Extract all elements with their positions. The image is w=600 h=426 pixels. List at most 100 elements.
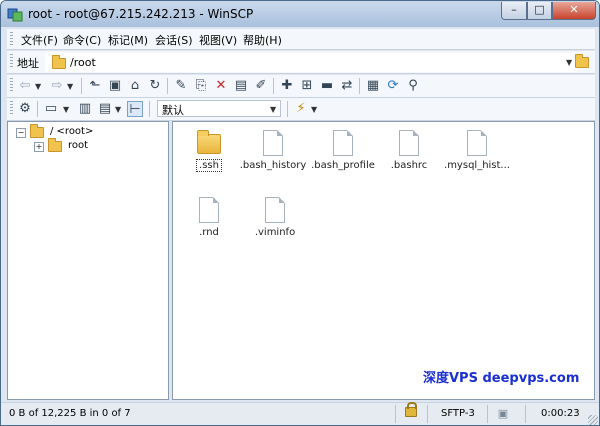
delete-icon[interactable]: ✕ bbox=[213, 78, 229, 94]
expand-icon[interactable]: + bbox=[34, 142, 44, 152]
resize-grip[interactable] bbox=[588, 415, 598, 425]
file-icon bbox=[263, 130, 283, 156]
address-combo[interactable]: /root ▼ bbox=[45, 53, 577, 72]
keep-up-to-date-icon[interactable]: ⟳ bbox=[385, 78, 401, 94]
lightning-dropdown-icon[interactable]: ▼ bbox=[311, 105, 317, 114]
elapsed-time: 0:00:23 bbox=[541, 408, 580, 419]
file-name: .ssh bbox=[196, 159, 222, 172]
chevron-down-icon[interactable]: ▼ bbox=[270, 105, 276, 114]
root-directory-icon[interactable]: ▣ bbox=[107, 78, 123, 94]
new-folder-icon[interactable]: ✚ bbox=[279, 78, 295, 94]
file-item[interactable]: .mysql_hist... bbox=[441, 130, 513, 186]
directory-tree[interactable]: − / <root> + root bbox=[7, 121, 169, 400]
file-item[interactable]: .bash_history bbox=[237, 130, 309, 186]
add-bookmark-icon[interactable]: ⊞ bbox=[299, 78, 315, 94]
file-icon bbox=[199, 197, 219, 223]
compare-directories-icon[interactable]: ▦ bbox=[365, 78, 381, 94]
synchronize-icon[interactable]: ⇄ bbox=[339, 78, 355, 94]
address-label: 地址 bbox=[17, 57, 39, 70]
refresh-icon[interactable]: ↻ bbox=[147, 78, 163, 94]
toolbar-separator bbox=[273, 78, 274, 94]
maximize-button[interactable]: □ bbox=[527, 2, 552, 20]
status-bar: 0 B of 12,225 B in 0 of 7 SFTP-3 ▣ 0:00:… bbox=[1, 402, 599, 425]
transfer-settings-combo[interactable]: 默认 ▼ bbox=[157, 100, 281, 117]
close-button[interactable]: ✕ bbox=[552, 2, 596, 20]
menu-help[interactable]: 帮助(H) bbox=[243, 32, 282, 48]
file-item[interactable]: .bashrc bbox=[373, 130, 445, 186]
file-icon bbox=[399, 130, 419, 156]
collapse-icon[interactable]: − bbox=[16, 128, 26, 138]
forward-arrow-icon[interactable]: ⇨ bbox=[49, 78, 65, 94]
find-files-icon[interactable]: ⚲ bbox=[405, 78, 421, 94]
chevron-down-icon[interactable]: ▼ bbox=[566, 58, 572, 67]
lightning-icon[interactable]: ⚡ bbox=[293, 101, 309, 117]
menu-view[interactable]: 视图(V) bbox=[199, 32, 237, 48]
file-item[interactable]: .rnd bbox=[173, 197, 245, 253]
file-name: .viminfo bbox=[254, 227, 296, 238]
properties-icon[interactable]: ▤ bbox=[233, 78, 249, 94]
filter-icon[interactable]: ▭ bbox=[43, 101, 59, 117]
back-arrow-icon[interactable]: ⇦ bbox=[17, 78, 33, 94]
folder-icon bbox=[48, 138, 62, 152]
file-name: .bash_profile bbox=[311, 160, 375, 171]
file-item[interactable]: .bash_profile bbox=[307, 130, 379, 186]
file-icon bbox=[265, 197, 285, 223]
forward-dropdown-icon[interactable]: ▼ bbox=[67, 82, 73, 91]
back-dropdown-icon[interactable]: ▼ bbox=[35, 82, 41, 91]
open-directory-icon[interactable] bbox=[575, 54, 589, 68]
tree-view-icon[interactable]: ⊢ bbox=[127, 101, 143, 117]
watermark: 深度VPS deepvps.com bbox=[423, 371, 580, 386]
menu-commands[interactable]: 命令(C) bbox=[63, 32, 101, 48]
toolbar-separator bbox=[149, 101, 150, 117]
parent-directory-icon[interactable]: ⬑ bbox=[87, 78, 103, 94]
home-icon[interactable]: ⌂ bbox=[127, 78, 143, 94]
winscp-app-icon bbox=[7, 8, 23, 22]
address-bar-grip[interactable] bbox=[10, 54, 13, 68]
status-separator bbox=[487, 405, 488, 423]
toolbar-separator bbox=[81, 78, 82, 94]
status-separator bbox=[395, 405, 396, 423]
protocol-status: SFTP-3 bbox=[441, 408, 475, 419]
navigation-toolbar: ⇦ ▼ ⇨ ▼ ⬑ ▣ ⌂ ↻ ✎ ⎘ ✕ ▤ ✐ ✚ ⊞ ▬ ⇄ ▦ ⟳ ⚲ bbox=[7, 75, 595, 98]
toolbar-separator bbox=[287, 101, 288, 117]
menu-bar-grip[interactable] bbox=[10, 32, 13, 46]
toolbar-separator bbox=[359, 78, 360, 94]
file-item[interactable]: .viminfo bbox=[239, 197, 311, 253]
file-name: .mysql_hist... bbox=[444, 160, 510, 171]
rename-icon[interactable]: ✐ bbox=[253, 78, 269, 94]
preferences-dropdown-icon[interactable]: ▼ bbox=[115, 105, 121, 114]
title-bar[interactable]: root - root@67.215.242.213 - WinSCP – □ … bbox=[1, 1, 599, 27]
toolbar-grip[interactable] bbox=[10, 101, 13, 115]
lock-icon[interactable] bbox=[405, 402, 417, 417]
preferences-icon[interactable]: ▤ bbox=[97, 101, 113, 117]
toolbar-separator bbox=[167, 78, 168, 94]
menu-session[interactable]: 会话(S) bbox=[155, 32, 193, 48]
filter-dropdown-icon[interactable]: ▼ bbox=[63, 105, 69, 114]
menu-mark[interactable]: 标记(M) bbox=[108, 32, 148, 48]
folder-icon bbox=[30, 124, 44, 138]
gear-icon[interactable]: ⚙ bbox=[17, 101, 33, 117]
file-icon bbox=[333, 130, 353, 156]
copy-icon[interactable]: ⎘ bbox=[193, 78, 209, 94]
status-separator bbox=[525, 405, 526, 423]
menu-file[interactable]: 文件(F) bbox=[21, 32, 58, 48]
edit-icon[interactable]: ✎ bbox=[173, 78, 189, 94]
status-separator bbox=[427, 405, 428, 423]
menu-bar: 文件(F) 命令(C) 标记(M) 会话(S) 视图(V) 帮助(H) bbox=[7, 29, 595, 50]
file-name: .bash_history bbox=[239, 160, 307, 171]
terminal-icon[interactable]: ▬ bbox=[319, 78, 335, 94]
address-path: /root bbox=[70, 56, 96, 69]
file-item[interactable]: .ssh bbox=[173, 130, 245, 186]
address-bar: 地址 /root ▼ bbox=[7, 51, 595, 74]
queue-icon[interactable]: ▥ bbox=[77, 101, 93, 117]
folder-icon bbox=[197, 130, 221, 154]
file-icon bbox=[467, 130, 487, 156]
network-icon[interactable]: ▣ bbox=[495, 406, 511, 422]
tree-item-label: / <root> bbox=[50, 126, 94, 137]
selection-status: 0 B of 12,225 B in 0 of 7 bbox=[9, 408, 131, 419]
toolbar-separator bbox=[37, 101, 38, 117]
minimize-button[interactable]: – bbox=[501, 2, 527, 20]
tree-item-label: root bbox=[68, 140, 89, 151]
toolbar-grip[interactable] bbox=[10, 78, 13, 92]
winscp-window: root - root@67.215.242.213 - WinSCP – □ … bbox=[0, 0, 600, 426]
